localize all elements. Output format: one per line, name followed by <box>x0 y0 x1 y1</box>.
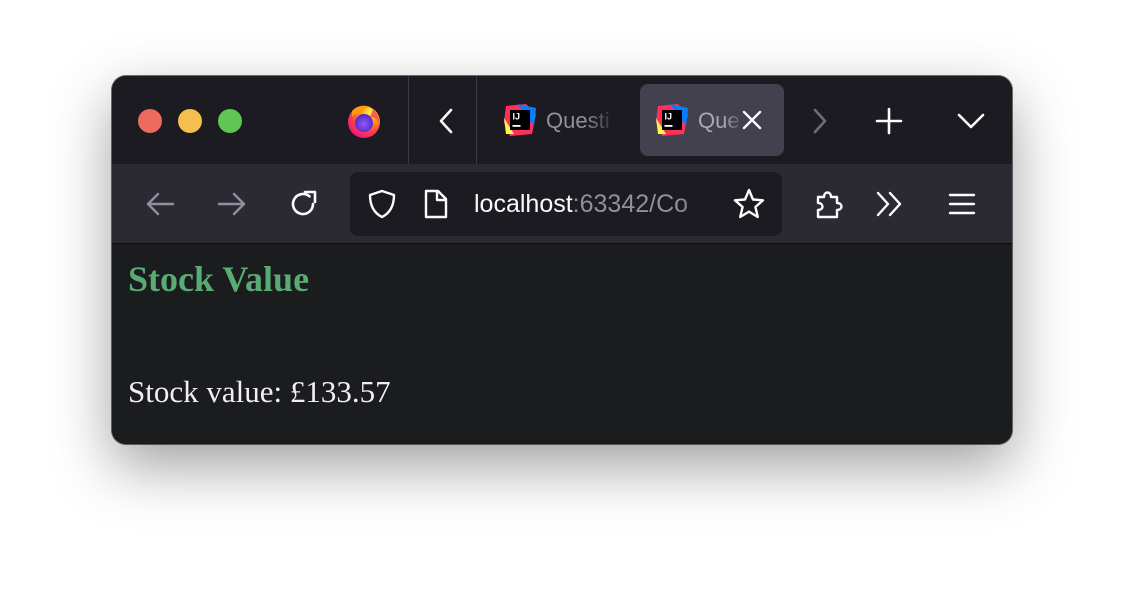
tabbar-separator <box>476 76 477 164</box>
more-tools-button[interactable] <box>874 188 906 220</box>
tab-question-1[interactable]: IJ Questi <box>490 84 618 156</box>
address-bar[interactable]: localhost:63342/Co <box>350 172 782 236</box>
window-minimize-button[interactable] <box>178 109 202 133</box>
url-path: :63342/Co <box>572 190 689 218</box>
list-all-tabs-button[interactable] <box>956 106 986 136</box>
tab-bar: IJ Questi IJ Que <box>112 76 1012 164</box>
tab-scroll-left-button[interactable] <box>432 106 462 136</box>
page-content: Stock Value Stock value: £133.57 <box>112 244 1012 444</box>
browser-window: IJ Questi IJ Que localhost:63342/Co Stoc… <box>112 76 1012 444</box>
plus-icon <box>875 107 903 135</box>
star-icon <box>733 188 765 219</box>
reload-button[interactable] <box>288 188 320 220</box>
page-heading: Stock Value <box>128 259 310 299</box>
tab-scroll-right-button[interactable] <box>804 106 834 136</box>
tab-title: Que <box>698 108 740 133</box>
firefox-logo-icon[interactable] <box>346 103 382 139</box>
site-info-button[interactable] <box>422 188 450 220</box>
shield-icon <box>368 189 396 219</box>
application-menu-button[interactable] <box>946 188 978 220</box>
svg-text:IJ: IJ <box>665 112 673 122</box>
hamburger-menu-icon <box>948 193 976 215</box>
page-icon <box>424 189 448 219</box>
svg-text:IJ: IJ <box>513 112 521 122</box>
tracking-protection-button[interactable] <box>366 188 398 220</box>
navigation-toolbar: localhost:63342/Co <box>112 164 1012 244</box>
overflow-chevrons-icon <box>876 191 902 217</box>
reload-icon <box>291 190 317 216</box>
tab-question-2-active[interactable]: IJ Que <box>640 84 784 156</box>
extensions-icon <box>816 191 843 219</box>
intellij-icon: IJ <box>656 104 688 136</box>
new-tab-button[interactable] <box>874 106 904 136</box>
tab-close-button[interactable] <box>740 108 764 132</box>
forward-button[interactable] <box>216 188 248 220</box>
url-host: localhost <box>474 190 573 218</box>
back-arrow-icon <box>146 192 175 216</box>
url-text[interactable]: localhost:63342/Co <box>474 189 720 219</box>
tabbar-separator <box>408 76 409 164</box>
intellij-icon: IJ <box>504 104 536 136</box>
tab-title: Questi <box>546 108 610 133</box>
bookmark-button[interactable] <box>732 187 766 221</box>
chevron-right-icon <box>813 108 827 134</box>
back-button[interactable] <box>144 188 176 220</box>
window-maximize-button[interactable] <box>218 109 242 133</box>
chevron-down-icon <box>957 113 985 129</box>
close-icon <box>742 110 762 130</box>
stock-value-text: Stock value: £133.57 <box>128 374 391 409</box>
extensions-button[interactable] <box>812 188 844 220</box>
chevron-left-icon <box>439 108 453 134</box>
window-close-button[interactable] <box>138 109 162 133</box>
forward-arrow-icon <box>217 192 246 216</box>
